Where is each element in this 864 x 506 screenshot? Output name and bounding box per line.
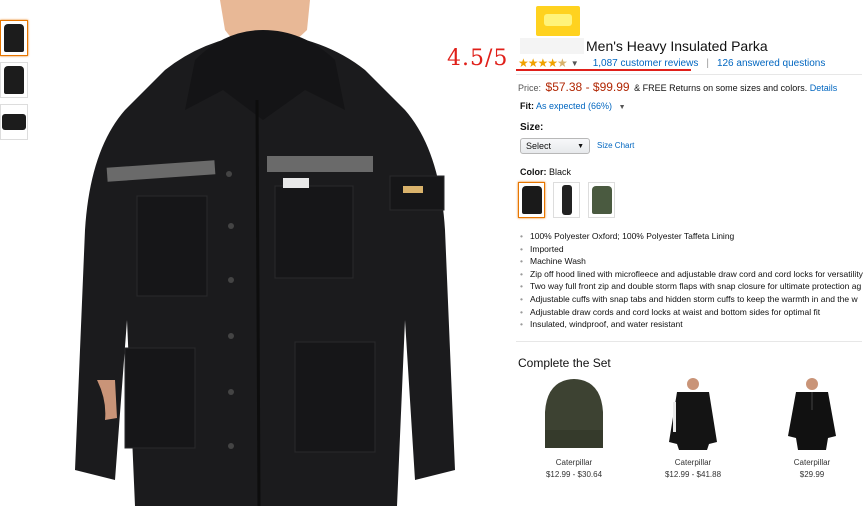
thumbnail-hooded-view[interactable] — [0, 62, 28, 98]
size-select-value: Select — [526, 141, 552, 151]
price-details-link[interactable]: Details — [810, 83, 838, 93]
thumbnail-folded-view[interactable] — [0, 104, 28, 140]
divider — [516, 74, 862, 75]
color-value: Black — [549, 167, 572, 177]
feature-item: Machine Wash — [520, 255, 863, 268]
thumbnail-front-view[interactable] — [0, 20, 28, 56]
feature-item: Adjustable draw cords and cord locks at … — [520, 306, 863, 319]
swatch-black[interactable] — [518, 182, 545, 218]
rating-row: ★★★★★ ▼ 1,087 customer reviews | 126 ans… — [518, 56, 825, 70]
complete-set-title: Complete the Set — [518, 356, 611, 370]
chevron-down-icon[interactable]: ▼ — [619, 104, 626, 111]
divider — [516, 341, 862, 342]
feature-item: 100% Polyester Oxford; 100% Polyester Ta… — [520, 230, 863, 243]
set-item-brand[interactable]: Caterpillar — [762, 458, 862, 467]
chevron-down-icon[interactable]: ▼ — [571, 59, 579, 68]
price-range: $57.38 - $99.99 — [545, 80, 630, 94]
star-rating-icon[interactable]: ★★★★★ — [518, 56, 568, 70]
color-row: Color: Black — [520, 167, 571, 177]
fit-row: Fit: As expected (66%) ▼ — [520, 101, 626, 111]
jacket-swatch-icon — [521, 186, 542, 214]
thumbnail-strip — [0, 20, 30, 146]
separator: | — [706, 57, 709, 69]
set-item-longsleeve[interactable]: Caterpillar $12.99 - $41.88 — [643, 376, 743, 479]
swatch-green[interactable] — [588, 182, 615, 218]
feature-item: Insulated, windproof, and water resistan… — [520, 318, 863, 331]
jacket-thumb-icon — [4, 66, 24, 94]
answered-questions-link[interactable]: 126 answered questions — [717, 58, 825, 69]
color-swatches — [518, 182, 615, 218]
set-item-price: $12.99 - $41.88 — [664, 470, 722, 479]
person-swatch-icon — [561, 185, 572, 215]
set-item-quarter-zip[interactable]: Caterpillar $29.99 — [762, 376, 862, 479]
color-label: Color: — [520, 167, 547, 177]
price-label: Price: — [518, 83, 542, 93]
rating-annotation: 4.5/5 — [447, 46, 509, 71]
customer-reviews-link[interactable]: 1,087 customer reviews — [593, 58, 699, 69]
quarter-zip-image[interactable] — [762, 376, 862, 454]
feature-item: Adjustable cuffs with snap tabs and hidd… — [520, 293, 863, 306]
shirt-icon — [788, 378, 836, 450]
size-label: Size: — [520, 122, 544, 133]
set-item-beanie[interactable]: Caterpillar $12.99 - $30.64 — [524, 376, 624, 479]
product-title: Men's Heavy Insulated Parka — [586, 38, 768, 54]
fit-value-link[interactable]: As expected (66%) — [536, 101, 612, 111]
feature-item: Two way full front zip and double storm … — [520, 280, 863, 293]
price-note: & FREE Returns on some sizes and colors. — [634, 83, 808, 93]
jacket-swatch-icon — [591, 186, 612, 214]
swatch-black-full[interactable] — [553, 182, 580, 218]
longsleeve-image[interactable] — [643, 376, 743, 454]
main-product-image[interactable] — [45, 0, 470, 506]
set-item-price: $12.99 - $30.64 — [545, 470, 603, 479]
feature-item: Imported — [520, 243, 863, 256]
chevron-down-icon: ▼ — [577, 142, 584, 150]
annotation-underline — [516, 69, 691, 71]
title-brand-redacted — [520, 38, 584, 54]
feature-item: Zip off hood lined with microfleece and … — [520, 268, 863, 281]
set-item-brand[interactable]: Caterpillar — [524, 458, 624, 467]
beanie-icon — [545, 379, 603, 448]
beanie-image[interactable] — [524, 376, 624, 454]
jacket-thumb-icon — [2, 114, 26, 130]
size-chart-link[interactable]: Size Chart — [597, 141, 634, 150]
price-row: Price: $57.38 - $99.99 & FREE Returns on… — [518, 80, 837, 94]
brand-logo[interactable] — [536, 6, 580, 36]
fit-label: Fit: — [520, 101, 534, 111]
shirt-icon — [669, 378, 717, 450]
set-item-price: $29.99 — [799, 470, 825, 479]
jacket-thumb-icon — [4, 24, 24, 52]
feature-bullets: 100% Polyester Oxford; 100% Polyester Ta… — [520, 230, 863, 331]
size-select[interactable]: Select ▼ — [520, 138, 590, 154]
set-item-brand[interactable]: Caterpillar — [643, 458, 743, 467]
